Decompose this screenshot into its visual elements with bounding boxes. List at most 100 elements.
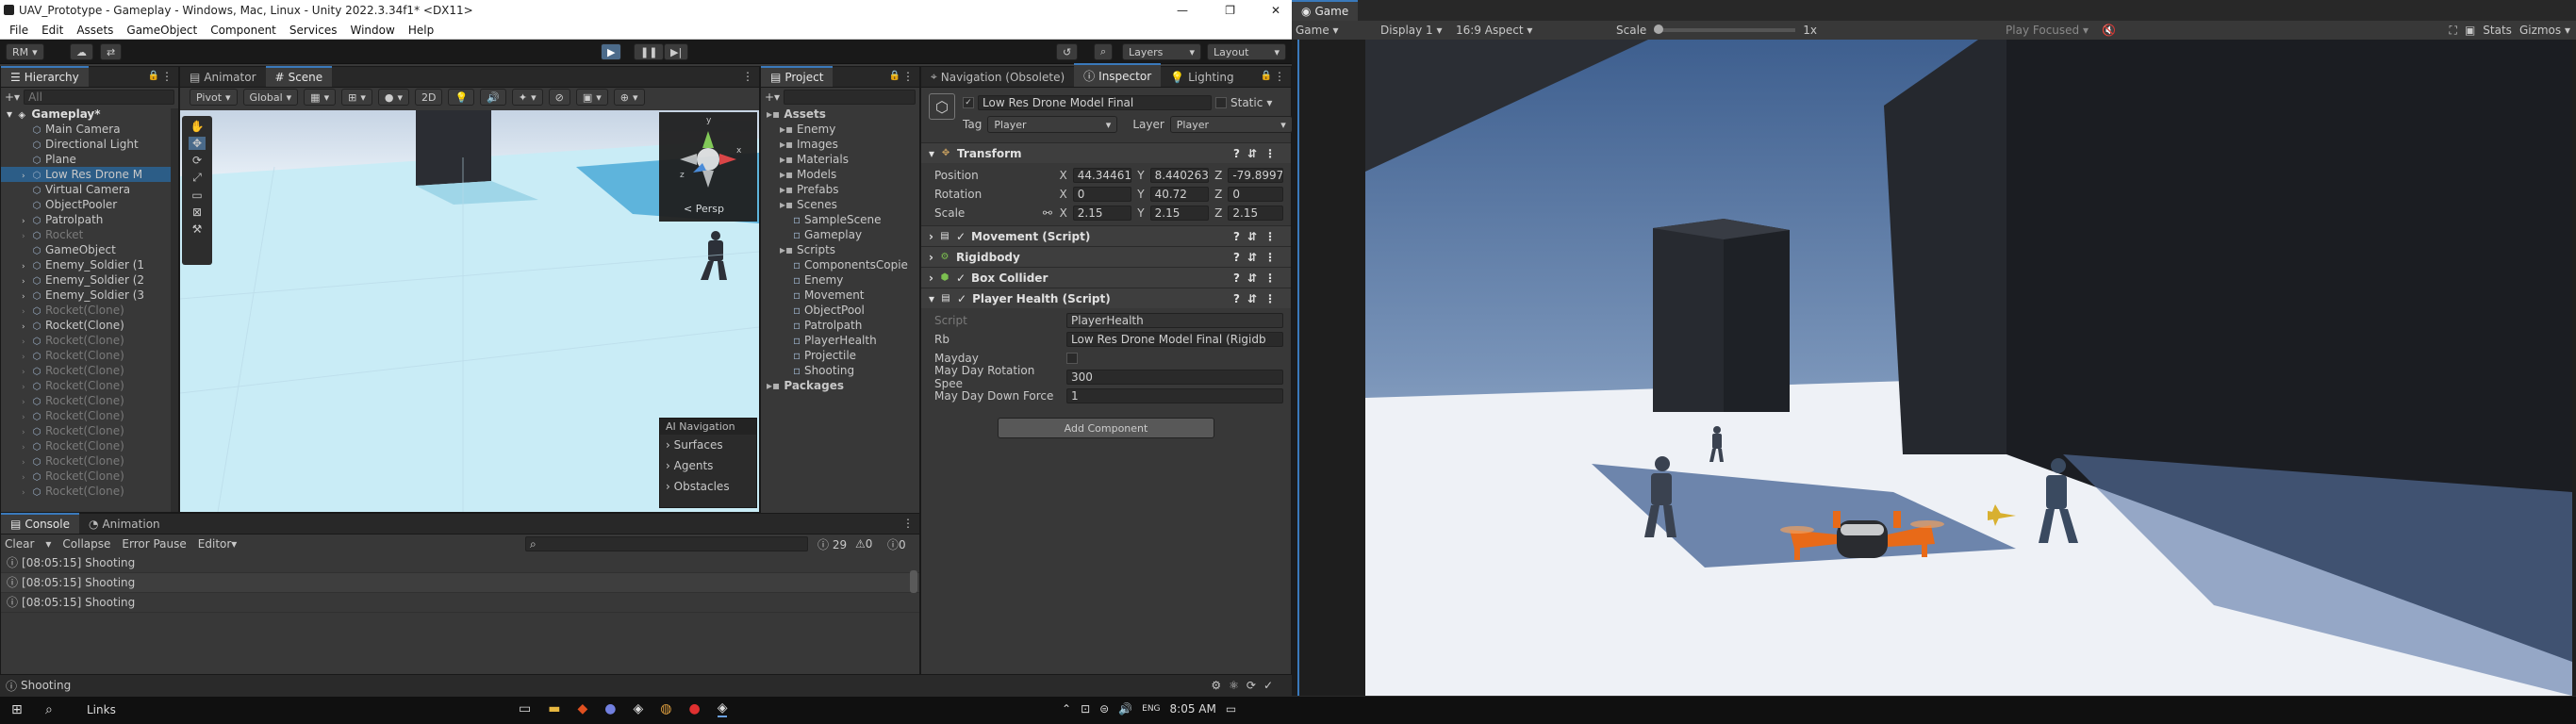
enabled-checkbox[interactable]: ✓ (957, 292, 966, 305)
hierarchy-item[interactable]: › ⬡ Rocket(Clone) (1, 438, 178, 453)
rotate-tool-icon[interactable]: ⟳ (192, 154, 202, 167)
project-item[interactable]: ▸▪ Packages (761, 378, 919, 393)
hierarchy-scrollbar[interactable] (171, 108, 178, 512)
scene-root[interactable]: ▾ ◈ Gameplay* (1, 107, 178, 122)
project-item[interactable]: ▸▪ Models (761, 167, 919, 182)
lock-icon[interactable]: 🔒 (148, 71, 159, 81)
expand-arrow-icon[interactable]: › (22, 350, 31, 363)
tab-inspector[interactable]: ⓘ Inspector (1074, 63, 1162, 87)
hierarchy-item[interactable]: ⬡ Main Camera (1, 122, 178, 137)
volume-icon[interactable]: 🔊 (1118, 702, 1132, 716)
scene-viewport[interactable]: ✋ ✥ ⟳ ⤢ ▭ ⊠ ⚒ y x z < Persp AI Navigatio… (180, 110, 759, 512)
console-search-input[interactable]: ⌕ (525, 536, 808, 551)
enabled-checkbox[interactable]: ✓ (956, 230, 966, 243)
add-component-button[interactable]: Add Component (998, 418, 1214, 438)
menu-edit[interactable]: Edit (41, 21, 63, 39)
expand-arrow-icon[interactable]: › (22, 304, 31, 318)
visibility-toggle[interactable]: ⊘ (548, 89, 570, 106)
project-add-icon[interactable]: +▾ (765, 90, 780, 104)
console-row[interactable]: ⓘ [08:05:15] Shooting (1, 593, 919, 613)
gizmos-dropdown[interactable]: Gizmos ▾ (2519, 24, 2570, 37)
expand-arrow-icon[interactable]: › (22, 440, 31, 453)
hierarchy-item[interactable]: › ⬡ Low Res Drone M (1, 167, 178, 182)
info-count[interactable]: ⓘ 29 (817, 536, 847, 552)
player-health-header[interactable]: ▾ ▤ ✓ Player Health (Script) ?⇵⋮ (921, 288, 1291, 308)
expand-arrow-icon[interactable]: › (22, 470, 31, 484)
maximize-icon[interactable]: ⛶ (2450, 24, 2457, 38)
cloud-button[interactable]: ☁ (70, 43, 93, 60)
console-row[interactable]: ⓘ [08:05:15] Shooting (1, 573, 919, 593)
hierarchy-item[interactable]: › ⬡ Rocket(Clone) (1, 453, 178, 469)
tab-scene[interactable]: # Scene (265, 66, 333, 87)
hierarchy-item[interactable]: › ⬡ Enemy_Soldier (2 (1, 272, 178, 288)
hierarchy-item[interactable]: › ⬡ Rocket(Clone) (1, 303, 178, 318)
rotation-y-field[interactable]: 40.72 (1149, 187, 1210, 202)
language-indicator[interactable]: ENG (1142, 704, 1160, 714)
brave-browser-icon[interactable]: ◆ (577, 701, 587, 716)
minimize-button[interactable]: — (1177, 0, 1188, 21)
hierarchy-item[interactable]: ⬡ Plane (1, 152, 178, 167)
scale-slider[interactable] (1654, 25, 1796, 34)
menu-services[interactable]: Services (289, 21, 338, 39)
inspector-lock-icon[interactable]: 🔒 (1261, 71, 1272, 81)
expand-arrow-icon[interactable]: › (22, 335, 31, 348)
hierarchy-item[interactable]: › ⬡ Rocket (1, 227, 178, 242)
tab-navigation[interactable]: ⌖ Navigation (Obsolete) (921, 67, 1074, 87)
tab-hierarchy[interactable]: ☰ Hierarchy (1, 66, 89, 87)
discord-icon[interactable]: ● (604, 701, 616, 716)
expand-arrow-icon[interactable]: › (22, 365, 31, 378)
play-focused-dropdown[interactable]: Play Focused ▾ (2006, 24, 2089, 37)
project-search-input[interactable] (784, 90, 916, 105)
project-item[interactable]: ▫ Projectile (761, 348, 919, 363)
effects-toggle[interactable]: ✦ ▾ (511, 89, 543, 106)
scale-tool-icon[interactable]: ⤢ (192, 171, 202, 185)
project-item[interactable]: ▫ Patrolpath (761, 318, 919, 333)
ai-nav-agents[interactable]: › Agents (660, 455, 756, 476)
file-explorer-icon[interactable]: ▬ (548, 701, 560, 716)
project-item[interactable]: ▸▪ Scripts (761, 242, 919, 257)
box-collider-header[interactable]: › ⬢ ✓ Box Collider ?⇵⋮ (921, 267, 1291, 288)
position-z-field[interactable]: -79.8997: (1228, 168, 1283, 183)
console-more-icon[interactable]: ⋮ (902, 517, 914, 530)
mayday-down-field[interactable]: 1 (1066, 388, 1283, 403)
expand-arrow-icon[interactable]: › (22, 320, 31, 333)
component-actions[interactable]: ?⇵⋮ (1233, 292, 1283, 305)
menu-component[interactable]: Component (210, 21, 276, 39)
network-icon[interactable]: ⊡ (1081, 702, 1090, 716)
hierarchy-item[interactable]: › ⬡ Rocket(Clone) (1, 318, 178, 333)
mode-2d-button[interactable]: 2D (415, 89, 443, 106)
hierarchy-item[interactable]: ⬡ Directional Light (1, 137, 178, 152)
tab-console[interactable]: ▤ Console (1, 513, 79, 534)
play-button[interactable]: ▶ (601, 43, 622, 60)
rect-tool-icon[interactable]: ▭ (191, 189, 202, 202)
more-menu-icon[interactable]: ⋮ (161, 70, 173, 83)
hierarchy-search-input[interactable]: All (24, 90, 174, 105)
component-actions[interactable]: ?⇵⋮ (1233, 251, 1283, 264)
project-item[interactable]: ▫ Shooting (761, 363, 919, 378)
layout-dropdown[interactable]: Layout ▾ (1207, 43, 1286, 60)
component-actions[interactable]: ?⇵⋮ (1233, 230, 1283, 243)
project-item[interactable]: ▸▪ Images (761, 137, 919, 152)
camera-settings-button[interactable]: ▣ ▾ (575, 89, 608, 106)
error-count[interactable]: ⓘ0 (887, 536, 906, 552)
transform-header[interactable]: ▾ ✥ Transform ?⇵⋮ (921, 142, 1291, 163)
collab-button[interactable]: ⇄ (100, 43, 123, 60)
console-row[interactable]: ⓘ [08:05:15] Shooting (1, 553, 919, 573)
step-button[interactable]: ▶| (664, 43, 689, 60)
expand-arrow-icon[interactable]: › (22, 455, 31, 469)
project-item[interactable]: ▫ Gameplay (761, 227, 919, 242)
unity-hub-icon[interactable]: ◈ (633, 701, 643, 716)
stats-button[interactable]: Stats (2483, 24, 2512, 37)
hierarchy-item[interactable]: › ⬡ Rocket(Clone) (1, 408, 178, 423)
project-item[interactable]: ▸▪ Enemy (761, 122, 919, 137)
hierarchy-item[interactable]: ⬡ Virtual Camera (1, 182, 178, 197)
game-mode-dropdown[interactable]: Game ▾ (1296, 24, 1371, 37)
warning-count[interactable]: ⚠0 (855, 537, 872, 551)
position-y-field[interactable]: 8.440263 (1149, 168, 1210, 183)
hierarchy-item[interactable]: › ⬡ Rocket(Clone) (1, 333, 178, 348)
expand-arrow-icon[interactable]: › (22, 259, 31, 272)
link-icon[interactable]: ⚯ (1043, 206, 1054, 220)
tag-dropdown[interactable]: Player ▾ (987, 116, 1118, 133)
mayday-rotation-field[interactable]: 300 (1066, 370, 1283, 385)
game-viewport[interactable] (1365, 40, 2572, 696)
